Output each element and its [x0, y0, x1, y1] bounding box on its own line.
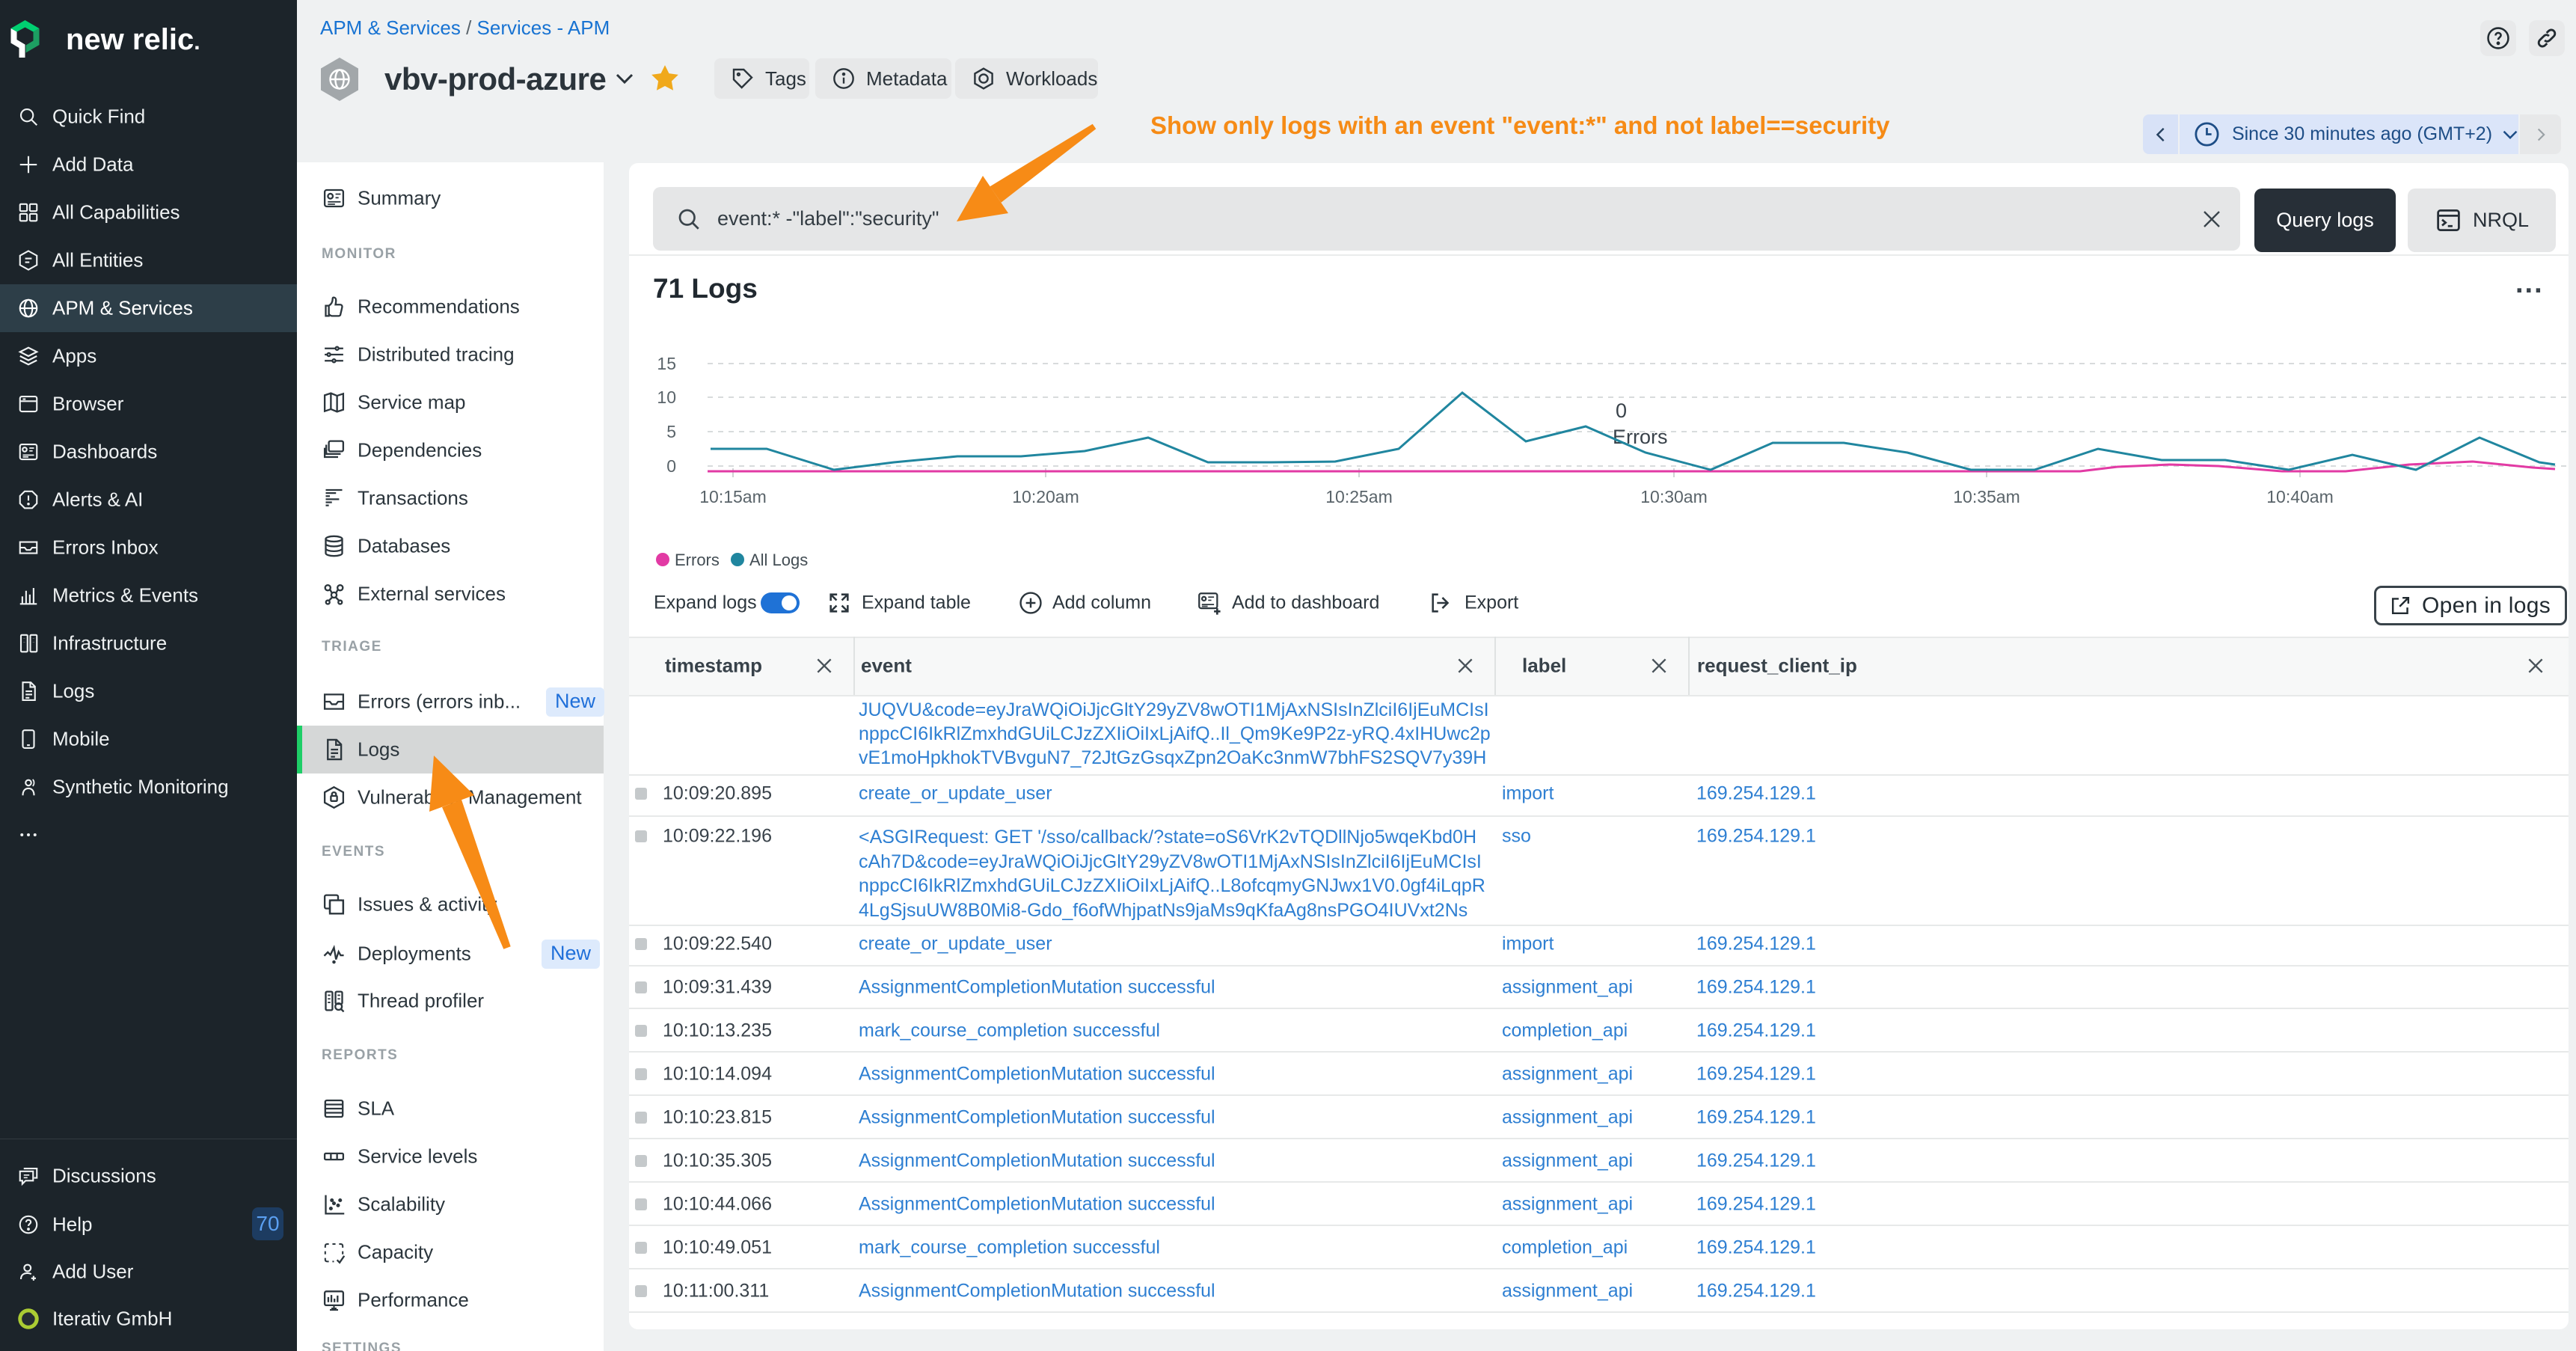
svg-text:All Logs: All Logs — [749, 551, 808, 569]
svg-text:0: 0 — [1616, 399, 1627, 422]
svg-text:Errors: Errors — [1613, 426, 1668, 448]
svg-text:15: 15 — [657, 354, 676, 373]
svg-text:5: 5 — [666, 422, 676, 441]
svg-text:Errors: Errors — [675, 551, 720, 569]
svg-text:10:30am: 10:30am — [1640, 487, 1708, 506]
svg-text:10:15am: 10:15am — [699, 487, 767, 506]
svg-text:10:20am: 10:20am — [1012, 487, 1079, 506]
svg-text:0: 0 — [666, 456, 676, 476]
svg-text:10:40am: 10:40am — [2266, 487, 2334, 506]
svg-text:10:25am: 10:25am — [1325, 487, 1393, 506]
svg-text:10: 10 — [657, 387, 676, 407]
svg-text:10:35am: 10:35am — [1953, 487, 2020, 506]
